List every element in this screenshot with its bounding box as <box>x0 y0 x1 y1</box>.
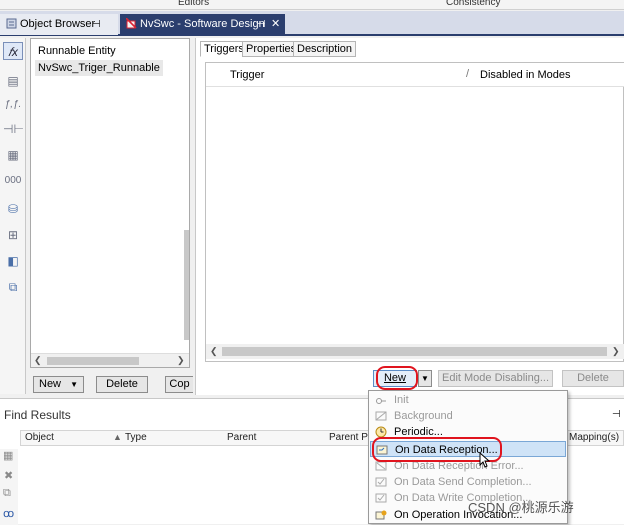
operation-invocation-icon <box>375 510 387 520</box>
find-results-title: Find Results <box>4 408 71 422</box>
connector-icon[interactable]: ⊣⊢ <box>3 120 24 138</box>
column-header-trigger[interactable]: Trigger <box>230 69 264 81</box>
list-icon[interactable]: ▤ <box>3 72 23 90</box>
horizontal-scrollbar[interactable]: ❮ ❯ <box>31 353 189 367</box>
scroll-right-icon[interactable]: ❯ <box>177 355 185 366</box>
sort-asc-icon: ▲ <box>113 432 122 442</box>
clear-icon[interactable]: ✖ <box>4 469 13 482</box>
mapping-icon[interactable]: ⊞ <box>3 226 23 244</box>
menu-item-init[interactable]: Init <box>370 392 566 408</box>
pin-icon[interactable]: ⊣ <box>257 14 266 35</box>
document-icon[interactable]: ▦ <box>3 146 23 164</box>
watermark-text: CSDN @桃源乐游 <box>468 500 574 515</box>
tab-software-design-label: NvSwc - Software Design <box>140 18 265 30</box>
binoculars-icon[interactable]: ꝏ <box>3 507 14 520</box>
function-icon[interactable]: 𝑓x <box>3 42 23 60</box>
delete-trigger-button[interactable]: Delete <box>562 370 624 387</box>
formula-icon[interactable]: ƒ,ƒ. <box>3 96 23 114</box>
grid-header: Trigger / Disabled in Modes <box>206 63 624 87</box>
grid-icon[interactable]: ▦ <box>3 449 13 462</box>
tab-description[interactable]: Description <box>293 41 357 57</box>
list-item[interactable]: NvSwc_Triger_Runnable <box>35 60 163 76</box>
copy-runnable-button[interactable]: Cop <box>165 376 193 393</box>
vertical-scrollbar[interactable] <box>184 40 189 355</box>
copy-icon[interactable]: ⧉ <box>3 487 11 500</box>
scroll-left-icon[interactable]: ❮ <box>34 355 42 366</box>
edit-mode-disabling-button[interactable]: Edit Mode Disabling... <box>438 370 553 387</box>
new-runnable-button[interactable]: New ▼ <box>33 376 84 393</box>
cursor-icon <box>479 452 491 468</box>
tab-object-browser-label: Object Browser <box>20 18 96 30</box>
document-tab-bar: Object Browser ⊣ NvSwc - Software Design… <box>0 11 624 36</box>
scroll-right-icon[interactable]: ❯ <box>612 346 620 357</box>
column-divider: / <box>466 68 470 80</box>
component-icon[interactable]: ⛁ <box>3 200 23 218</box>
column-type[interactable]: Type <box>125 432 147 443</box>
object-browser-icon <box>6 16 17 29</box>
tab-object-browser[interactable]: Object Browser ⊣ <box>0 14 118 35</box>
tab-software-design[interactable]: NvSwc - Software Design ⊣ ✕ <box>120 14 285 35</box>
consistency-label: Consistency <box>446 0 501 8</box>
software-design-icon <box>125 16 137 29</box>
column-header-disabled-modes[interactable]: Disabled in Modes <box>480 69 571 81</box>
composition-icon[interactable]: ⧉ <box>3 278 23 296</box>
triggers-grid[interactable] <box>205 62 624 362</box>
tab-properties[interactable]: Properties <box>242 41 301 57</box>
pin-icon[interactable]: ⊣ <box>92 14 101 35</box>
menu-item-background[interactable]: Background <box>370 408 566 424</box>
annotation-ring <box>376 366 418 390</box>
init-icon <box>376 398 386 404</box>
interface-icon[interactable]: ◧ <box>3 252 23 270</box>
write-completion-icon <box>375 493 387 503</box>
tab-triggers[interactable]: Triggers <box>200 41 248 57</box>
top-header-strip: Editors Consistency <box>0 0 624 10</box>
dropdown-arrow-icon: ▼ <box>70 380 78 389</box>
scroll-left-icon[interactable]: ❮ <box>210 346 218 357</box>
new-trigger-dropdown[interactable]: ▼ <box>418 370 432 387</box>
pin-icon[interactable]: ⊣ <box>612 409 621 420</box>
ports-icon[interactable]: 000 <box>3 172 23 190</box>
menu-item-on-data-send-completion[interactable]: On Data Send Completion... <box>370 474 566 490</box>
column-object[interactable]: Object <box>25 432 54 443</box>
delete-runnable-button[interactable]: Delete <box>96 376 148 393</box>
dropdown-arrow-icon: ▼ <box>421 374 429 383</box>
editors-label: Editors <box>178 0 210 8</box>
close-icon[interactable]: ✕ <box>271 14 280 35</box>
list-item[interactable]: Runnable Entity <box>35 43 119 59</box>
horizontal-scrollbar[interactable]: ❮ ❯ <box>206 344 624 359</box>
send-completion-icon <box>375 477 387 487</box>
column-mappings[interactable]: Mapping(s) <box>569 432 619 443</box>
runnable-list[interactable]: Runnable Entity NvSwc_Triger_Runnable <box>30 38 190 368</box>
background-icon <box>375 411 387 421</box>
column-parent[interactable]: Parent <box>227 432 256 443</box>
find-toolbar: ▦ ✖ ⧉ ꝏ <box>0 449 18 525</box>
left-toolbar: 𝑓x ▤ ƒ,ƒ. ⊣⊢ ▦ 000 ⛁ ⊞ ◧ ⧉ <box>0 38 26 394</box>
new-label: New <box>39 378 62 390</box>
